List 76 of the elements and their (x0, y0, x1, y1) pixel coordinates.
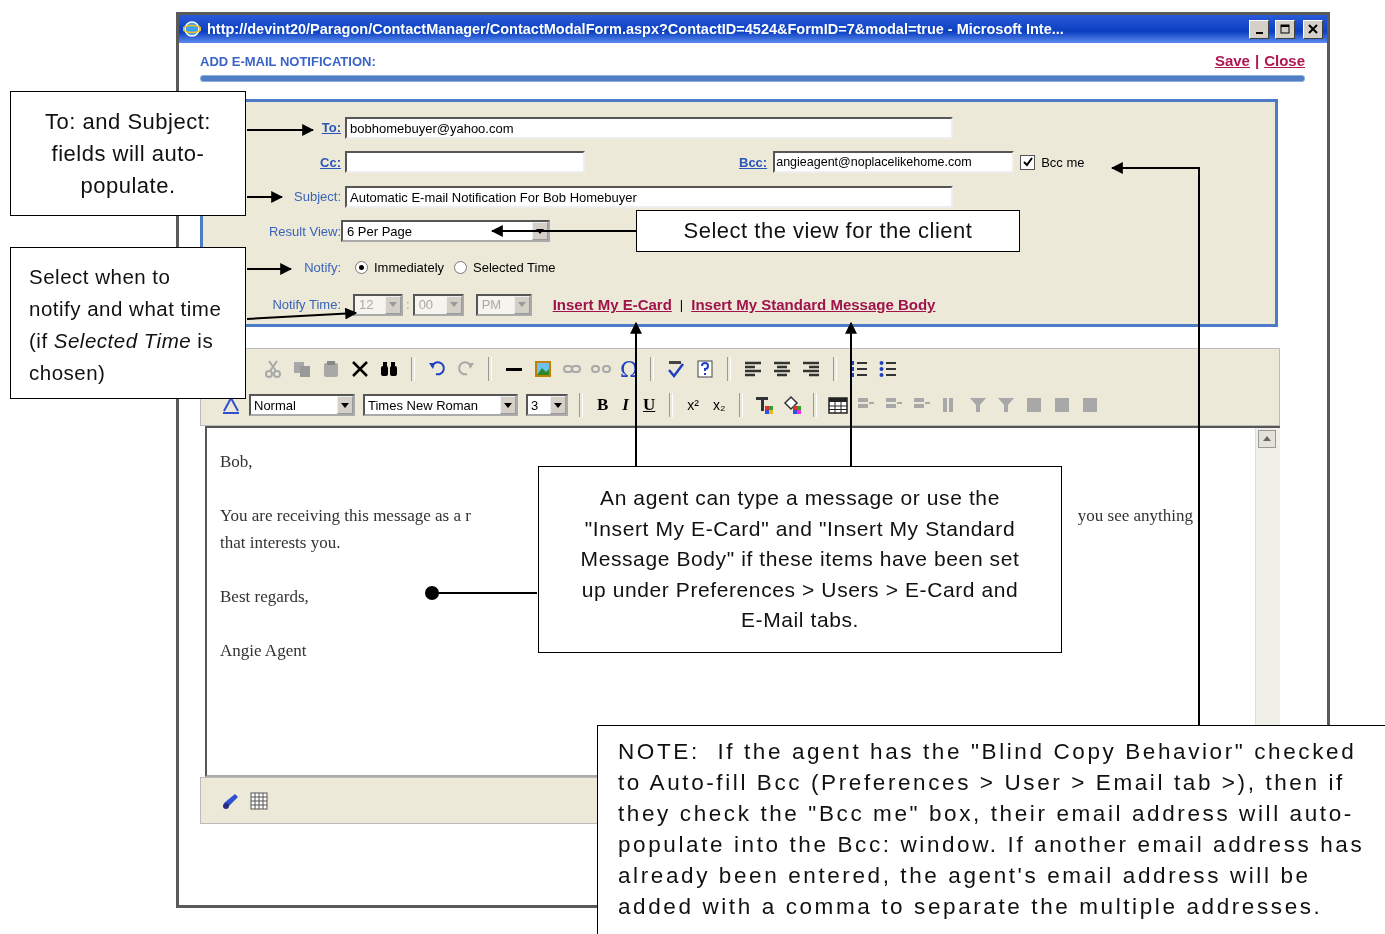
paste-icon[interactable] (321, 359, 341, 379)
message-text: that interests you. (220, 532, 341, 554)
spellcheck-icon[interactable] (666, 359, 687, 379)
align-center-icon[interactable] (772, 359, 793, 379)
fill-color-icon[interactable] (782, 395, 803, 415)
message-text: You are receiving this message as a r (220, 505, 471, 527)
result-view-dropdown[interactable]: 6 Per Page (341, 220, 550, 242)
time-separator: : (406, 297, 410, 312)
bullet-list-icon[interactable] (878, 359, 899, 379)
radio-label: Immediately (374, 259, 445, 275)
cc-label[interactable]: Cc: (320, 154, 341, 170)
subscript-button[interactable]: x₂ (709, 393, 729, 417)
message-text: you see anything (1077, 505, 1193, 527)
close-button[interactable] (1303, 19, 1323, 39)
bcc-me-label: Bcc me (1041, 154, 1085, 170)
radio-button[interactable] (454, 260, 468, 274)
subject-label: Subject: (294, 189, 341, 204)
form-title: ADD E-MAIL NOTIFICATION: (200, 54, 376, 69)
font-dropdown[interactable]: Times New Roman (363, 394, 518, 416)
grid-icon[interactable] (249, 790, 269, 811)
table-icon[interactable] (828, 395, 849, 415)
save-link[interactable]: Save (1214, 52, 1250, 69)
notify-label: Notify: (304, 259, 341, 275)
image-icon[interactable] (533, 359, 553, 379)
close-icon (1308, 24, 1318, 34)
callout-text: To: and Subject: fields will auto-populate. (44, 107, 212, 200)
window-title: http://devint20/Paragon/ContactManager/ContactModalForm.aspx?ContactID=4524&FormID=7&modal=true - Microsoft Inte... (207, 21, 1065, 37)
dropdown-arrow-icon (536, 228, 544, 234)
align-left-icon[interactable] (743, 359, 764, 379)
message-text: Bob, (220, 451, 253, 473)
callout-text: Select when to notify and what time (if Selected Time is chosen) (29, 264, 223, 386)
radio-label: Selected Time (473, 259, 556, 275)
bcc-label[interactable]: Bcc: (739, 154, 768, 170)
maximize-icon (1280, 24, 1290, 34)
text-color-icon[interactable] (754, 395, 775, 415)
bcc-me-checkbox[interactable] (1020, 154, 1036, 170)
italic-button[interactable]: I (619, 393, 632, 417)
dropdown-arrow-icon (449, 302, 458, 307)
scroll-up-button[interactable] (1258, 430, 1276, 448)
numbered-list-icon[interactable] (849, 359, 870, 379)
maximize-button[interactable] (1275, 19, 1295, 39)
dropdown-arrow-icon (554, 402, 562, 408)
format-dropdown[interactable]: Normal (249, 394, 355, 416)
cc-field[interactable] (345, 151, 585, 173)
radio-button[interactable] (355, 260, 368, 274)
dropdown-arrow-icon (389, 302, 397, 307)
size-dropdown[interactable]: 3 (526, 394, 568, 416)
align-right-icon[interactable] (801, 359, 822, 379)
insert-message-body-link[interactable]: Insert My Standard Message Body (691, 296, 936, 313)
underline-button[interactable]: U (639, 393, 659, 417)
dropdown-arrow-icon (517, 302, 526, 307)
link-separator: | (679, 297, 684, 312)
binoculars-icon[interactable] (379, 359, 399, 379)
browser-icon (183, 20, 201, 38)
callout-text: An agent can type a message or use the "Insert My E-Card" and "Insert My Standard Message Body" if these items have been set up under Preferences > Users > E-Card and E-Mail tabs. (579, 485, 1021, 634)
superscript-button[interactable]: x² (684, 393, 702, 417)
minimize-button[interactable] (1249, 19, 1269, 39)
dropdown-arrow-icon (341, 402, 349, 408)
message-text: Angie Agent (220, 640, 307, 662)
message-text: Best regards, (220, 586, 309, 608)
notify-time-label: Notify Time: (272, 297, 341, 312)
callout-text: NOTE: If the agent has the "Blind Copy Behavior" checked to Auto-fill Bcc (Preferences > User > Email tab >), then if they check the "Bcc me" box, their email address will auto-populate into the Bcc: window. If another email address has already been entered, the agent's email address will be added with a comma to separate the multiple addresses. (618, 738, 1366, 921)
bcc-field[interactable]: angieagent@noplacelikehome.com (773, 151, 1015, 173)
to-field[interactable]: bobhomebuyer@yahoo.com (345, 116, 953, 139)
help-icon[interactable] (695, 359, 716, 379)
to-label[interactable]: To: (321, 120, 341, 135)
dropdown-arrow-icon (504, 402, 512, 408)
minimize-icon (1255, 31, 1263, 34)
subject-field[interactable]: Automatic E-mail Notification For Bob Homebuyer (345, 185, 953, 208)
result-view-label: Result View: (269, 223, 341, 239)
bold-button[interactable]: B (594, 393, 612, 417)
link-separator: | (1254, 52, 1260, 69)
callout-text: Select the view for the client (682, 217, 974, 245)
delete-icon[interactable] (350, 359, 370, 379)
insert-ecard-link[interactable]: Insert My E-Card (552, 296, 672, 313)
close-link[interactable]: Close (1264, 52, 1305, 69)
